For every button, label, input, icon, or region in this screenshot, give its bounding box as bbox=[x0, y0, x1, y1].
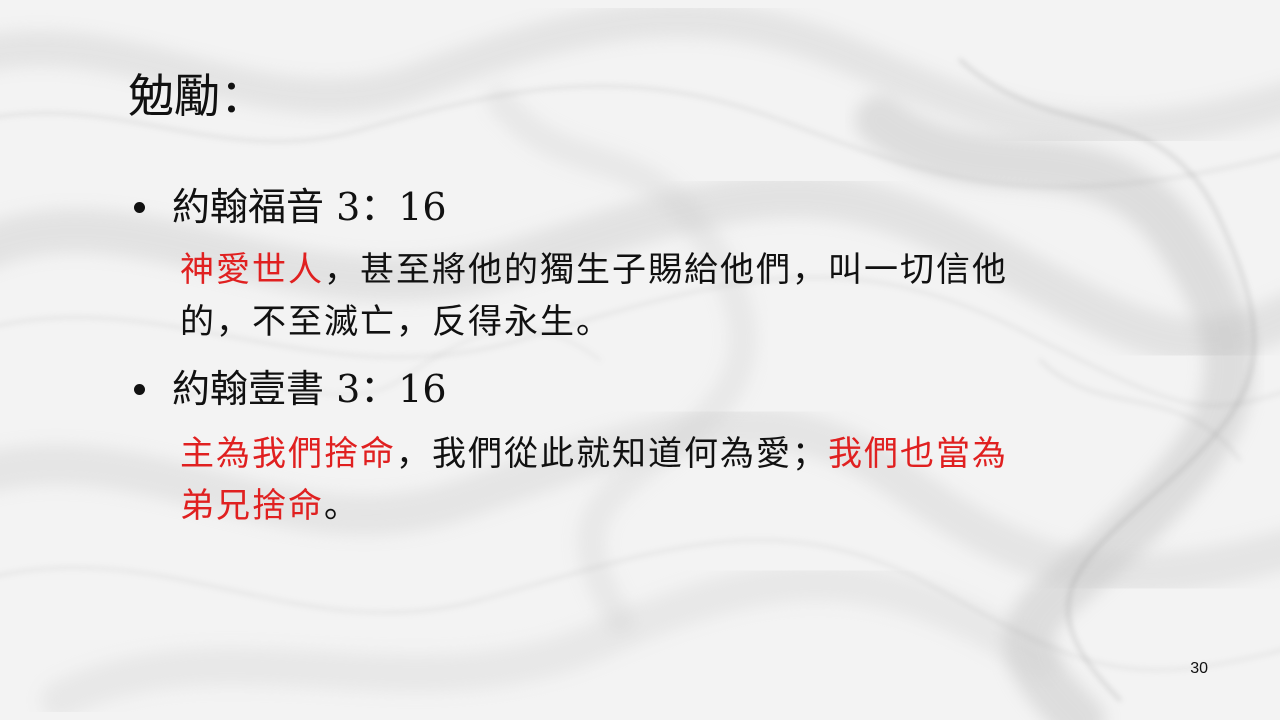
verse-line: 神愛世人，甚至將他的獨生子賜給他們，叫一切信他 bbox=[180, 244, 1180, 296]
verse-reference: 約翰福音 3：16 bbox=[172, 185, 447, 229]
verse-line: 主為我們捨命，我們從此就知道何為愛；我們也當為 bbox=[180, 428, 1180, 480]
verse-highlight: 神愛世人 bbox=[180, 250, 324, 290]
verse-text-john-gospel: 神愛世人，甚至將他的獨生子賜給他們，叫一切信他 的，不至滅亡，反得永生。 bbox=[180, 244, 1180, 348]
verse-highlight: 我們也當為 bbox=[828, 434, 1008, 474]
verse-segment: ，甚至將他的獨生子賜給他們，叫一切信他 bbox=[324, 250, 1008, 290]
slide-title: 勉勵： bbox=[128, 69, 266, 123]
bullet-dot-icon bbox=[134, 201, 145, 213]
verse-segment: 。 bbox=[324, 486, 360, 526]
verse-line: 弟兄捨命。 bbox=[180, 480, 1180, 532]
verse-highlight: 弟兄捨命 bbox=[180, 486, 324, 526]
bullet-john-gospel: 約翰福音 3：16 bbox=[128, 183, 447, 231]
verse-segment: ，我們從此就知道何為愛； bbox=[396, 434, 828, 474]
verse-highlight: 主為我們捨命 bbox=[180, 434, 396, 474]
bullet-first-john: 約翰壹書 3：16 bbox=[128, 365, 447, 413]
verse-text-first-john: 主為我們捨命，我們從此就知道何為愛；我們也當為 弟兄捨命。 bbox=[180, 428, 1180, 532]
verse-line: 的，不至滅亡，反得永生。 bbox=[180, 296, 1180, 348]
verse-segment: 的，不至滅亡，反得永生。 bbox=[180, 302, 612, 342]
page-number: 30 bbox=[1190, 660, 1208, 677]
verse-reference: 約翰壹書 3：16 bbox=[172, 367, 447, 411]
bullet-dot-icon bbox=[134, 383, 145, 395]
